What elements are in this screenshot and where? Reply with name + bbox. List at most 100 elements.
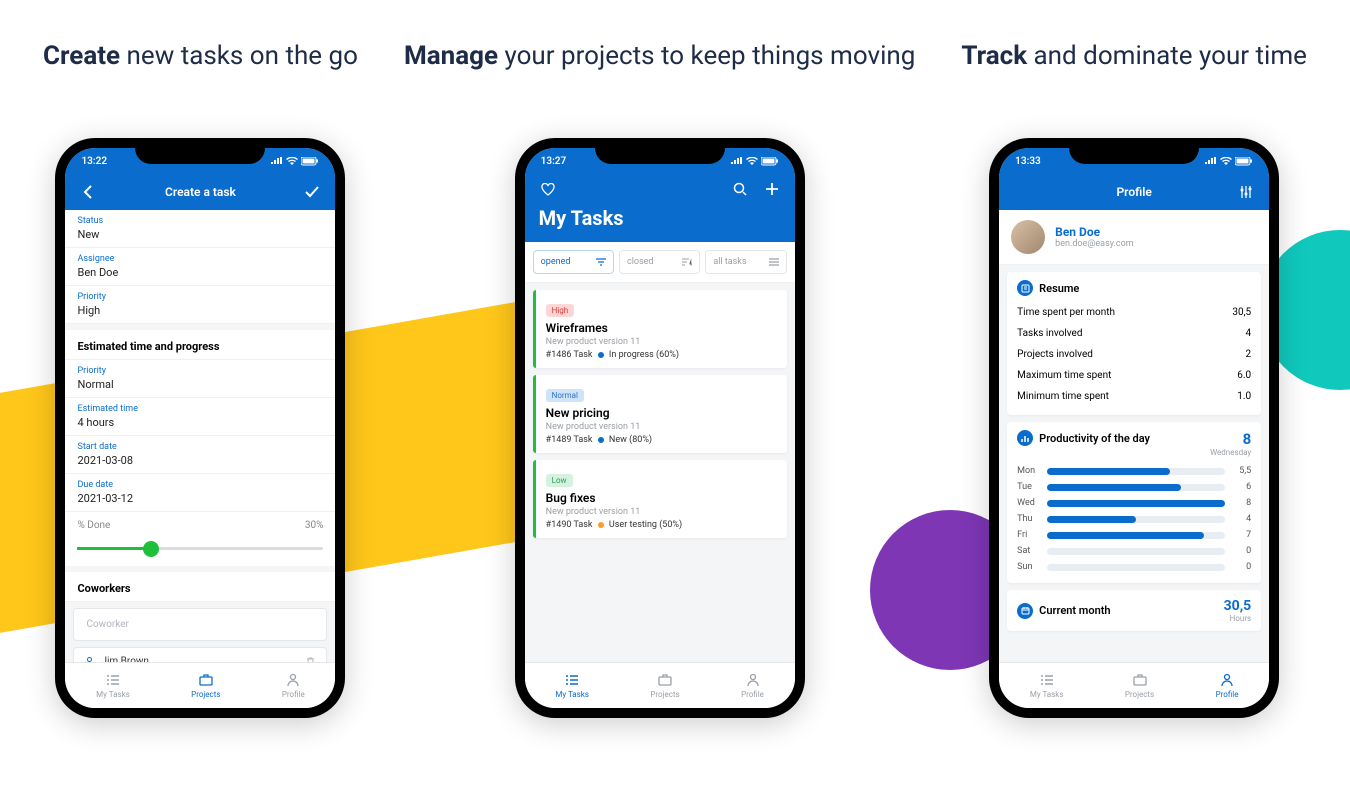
stat-row: Maximum time spent6.0 <box>1017 365 1251 386</box>
navbar-create: Create a task <box>65 174 335 210</box>
priority-badge: High <box>546 304 575 317</box>
tab-projects[interactable]: Projects <box>1125 672 1154 699</box>
stat-row: Tasks involved4 <box>1017 323 1251 344</box>
plus-icon[interactable] <box>763 182 781 196</box>
field-est-time[interactable]: Estimated time4 hours <box>65 398 335 436</box>
confirm-icon[interactable] <box>303 186 321 198</box>
task-meta: #1489 Task New (80%) <box>546 435 777 445</box>
task-title: Bug fixes <box>546 491 777 505</box>
back-icon[interactable] <box>79 185 97 199</box>
filter-opened[interactable]: opened <box>533 250 614 274</box>
tab-bar: My Tasks Projects Profile <box>65 662 335 708</box>
phone-frame-2: 13:27 My Tasks opened closed all tasks H… <box>515 138 805 718</box>
profile-email: ben.doe@easy.com <box>1055 239 1133 249</box>
avatar[interactable] <box>1011 220 1045 254</box>
productivity-bar-row: Wed8 <box>1017 495 1251 511</box>
bar-track <box>1047 532 1225 539</box>
productivity-bar-row: Mon5,5 <box>1017 463 1251 479</box>
tab-profile[interactable]: Profile <box>282 672 305 699</box>
tab-my-tasks[interactable]: My Tasks <box>1030 672 1064 699</box>
nav-title: Profile <box>1031 185 1237 199</box>
task-meta: #1486 Task In progress (60%) <box>546 350 777 360</box>
list-icon <box>1039 672 1055 688</box>
bar-track <box>1047 564 1225 571</box>
field-priority[interactable]: PriorityHigh <box>65 286 335 324</box>
profile-header: Ben Doe ben.doe@easy.com <box>999 210 1269 265</box>
productivity-bar-row: Tue6 <box>1017 479 1251 495</box>
coworker-input[interactable]: Coworker <box>73 608 327 641</box>
search-icon[interactable] <box>731 182 749 196</box>
navbar-profile: Profile <box>999 174 1269 210</box>
tab-bar: My Tasks Projects Profile <box>525 662 795 708</box>
tagline-track: Track and dominate your time <box>961 40 1307 108</box>
productivity-big-number: 8 <box>1210 430 1251 448</box>
phone-notch <box>135 138 265 164</box>
productivity-bar-row: Sun0 <box>1017 559 1251 575</box>
bar-track <box>1047 516 1225 523</box>
list-icon <box>105 672 121 688</box>
bar-track <box>1047 500 1225 507</box>
status-time: 13:22 <box>81 156 107 167</box>
person-icon <box>745 672 761 688</box>
stat-row: Projects involved2 <box>1017 344 1251 365</box>
filter-icon <box>596 258 606 266</box>
person-icon <box>285 672 301 688</box>
coworker-row: Jim Brown <box>73 647 327 662</box>
task-card[interactable]: Normal New pricing New product version 11 #… <box>533 375 787 453</box>
menu-icon <box>769 258 779 266</box>
card-current-month: Current month 30,5Hours <box>1007 590 1261 631</box>
field-due-date[interactable]: Due date2021-03-12 <box>65 474 335 512</box>
tab-projects[interactable]: Projects <box>650 672 679 699</box>
task-title: New pricing <box>546 406 777 420</box>
card-resume: Resume Time spent per month30,5Tasks inv… <box>1007 272 1261 415</box>
productivity-bar-row: Sat0 <box>1017 543 1251 559</box>
productivity-bar-row: Thu4 <box>1017 511 1251 527</box>
slider-thumb[interactable] <box>143 541 159 557</box>
chart-icon <box>1017 430 1033 446</box>
filter-closed[interactable]: closed <box>619 250 700 274</box>
task-project: New product version 11 <box>546 337 777 347</box>
status-dot <box>598 437 604 443</box>
field-start-date[interactable]: Start date2021-03-08 <box>65 436 335 474</box>
tab-my-tasks[interactable]: My Tasks <box>555 672 589 699</box>
priority-badge: Normal <box>546 389 584 402</box>
heart-icon[interactable] <box>539 183 557 196</box>
tab-profile[interactable]: Profile <box>741 672 764 699</box>
tagline-create: Create new tasks on the go <box>43 40 358 108</box>
section-coworkers: Coworkers <box>65 572 335 602</box>
task-card[interactable]: High Wireframes New product version 11 #148… <box>533 290 787 368</box>
status-dot <box>598 522 604 528</box>
priority-badge: Low <box>546 474 573 487</box>
navbar-tasks: My Tasks <box>525 174 795 242</box>
task-project: New product version 11 <box>546 422 777 432</box>
briefcase-icon <box>198 672 214 688</box>
filter-bar: opened closed all tasks <box>525 242 795 283</box>
tab-projects[interactable]: Projects <box>191 672 220 699</box>
status-icons <box>731 157 779 166</box>
pct-done-slider[interactable] <box>65 539 335 566</box>
resume-icon <box>1017 280 1033 296</box>
productivity-bar-row: Fri7 <box>1017 527 1251 543</box>
field-assignee[interactable]: AssigneeBen Doe <box>65 248 335 286</box>
stat-row: Minimum time spent1.0 <box>1017 386 1251 407</box>
task-card[interactable]: LowBug fixesNew product version 11#1490 … <box>533 460 787 538</box>
briefcase-icon <box>1132 672 1148 688</box>
bar-track <box>1047 468 1225 475</box>
field-status[interactable]: StatusNew <box>65 210 335 248</box>
current-month-number: 30,5 <box>1224 598 1252 614</box>
filter-all[interactable]: all tasks <box>705 250 786 274</box>
pct-done-row: % Done30% <box>65 512 335 539</box>
phone-frame-1: 13:22 Create a task StatusNew AssigneeBe… <box>55 138 345 718</box>
phone-frame-3: 13:33 Profile Ben Doe ben.doe@easy.com R… <box>989 138 1279 718</box>
settings-icon[interactable] <box>1237 185 1255 199</box>
task-meta: #1490 Task User testing (50%) <box>546 520 777 530</box>
calendar-icon <box>1017 603 1033 619</box>
tab-profile[interactable]: Profile <box>1216 672 1239 699</box>
tab-my-tasks[interactable]: My Tasks <box>96 672 130 699</box>
status-time: 13:27 <box>541 156 567 167</box>
task-title: Wireframes <box>546 321 777 335</box>
phone-notch <box>595 138 725 164</box>
bar-track <box>1047 548 1225 555</box>
profile-name: Ben Doe <box>1055 225 1133 239</box>
field-priority-2[interactable]: PriorityNormal <box>65 360 335 398</box>
